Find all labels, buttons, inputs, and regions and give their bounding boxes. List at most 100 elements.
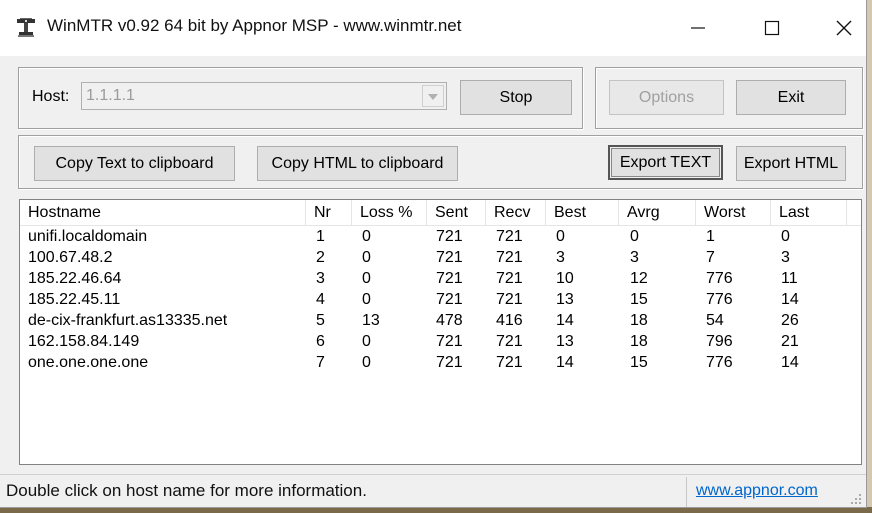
copy-text-button[interactable]: Copy Text to clipboard [34,146,235,181]
cell-nr: 1 [316,228,325,245]
host-input[interactable]: 1.1.1.1 [86,87,135,105]
column-header-recv[interactable]: Recv [486,200,546,225]
cell-worst: 7 [706,249,715,266]
cell-recv: 721 [496,249,523,266]
minimize-icon [690,20,706,36]
cell-sent: 721 [436,333,463,350]
cell-best: 13 [556,333,574,350]
table-row[interactable]: 185.22.45.11 4 0 721 721 13 15 776 14 [20,289,861,310]
cell-loss: 0 [362,354,371,371]
close-button[interactable] [814,10,866,46]
cell-sent: 721 [436,270,463,287]
maximize-icon [764,20,780,36]
column-header-sent[interactable]: Sent [427,200,486,225]
cell-last: 14 [781,354,799,371]
cell-worst: 1 [706,228,715,245]
cell-best: 0 [556,228,565,245]
cell-best: 10 [556,270,574,287]
cell-worst: 776 [706,354,733,371]
options-button[interactable]: Options [609,80,724,115]
cell-worst: 796 [706,333,733,350]
cell-hostname: 185.22.46.64 [28,270,122,287]
host-label: Host: [32,88,70,105]
cell-hostname: one.one.one.one [28,354,149,371]
cell-hostname: 185.22.45.11 [28,291,121,308]
host-dropdown-button[interactable] [422,85,444,107]
table-row[interactable]: 100.67.48.2 2 0 721 721 3 3 7 3 [20,247,861,268]
cell-last: 11 [781,270,798,287]
cell-nr: 3 [316,270,325,287]
table-row[interactable]: one.one.one.one 7 0 721 721 14 15 776 14 [20,352,861,373]
status-divider [686,477,687,507]
cell-sent: 721 [436,249,463,266]
cell-avrg: 15 [630,291,648,308]
table-row[interactable]: 162.158.84.149 6 0 721 721 13 18 796 21 [20,331,861,352]
cell-nr: 5 [316,312,325,329]
cell-nr: 6 [316,333,325,350]
column-header-worst[interactable]: Worst [696,200,771,225]
cell-worst: 776 [706,291,733,308]
cell-recv: 721 [496,333,523,350]
column-header-nr[interactable]: Nr [306,200,352,225]
window-title: WinMTR v0.92 64 bit by Appnor MSP - www.… [47,16,462,35]
appnor-link[interactable]: www.appnor.com [696,482,818,500]
results-list[interactable]: Hostname Nr Loss % Sent Recv Best Avrg W… [19,199,862,465]
title-bar[interactable]: WinMTR v0.92 64 bit by Appnor MSP - www.… [0,0,866,56]
column-header-loss[interactable]: Loss % [352,200,427,225]
table-row[interactable]: de-cix-frankfurt.as13335.net 5 13 478 41… [20,310,861,331]
cell-recv: 721 [496,228,523,245]
column-header-hostname[interactable]: Hostname [20,200,306,225]
cell-recv: 721 [496,354,523,371]
maximize-button[interactable] [742,10,802,46]
export-text-button[interactable]: Export TEXT [608,145,723,180]
resize-grip-icon[interactable] [850,492,862,504]
cell-recv: 721 [496,291,523,308]
table-row[interactable]: 185.22.46.64 3 0 721 721 10 12 776 11 [20,268,861,289]
cell-avrg: 12 [630,270,648,287]
cell-worst: 54 [706,312,724,329]
export-html-button[interactable]: Export HTML [736,146,846,181]
copy-html-button[interactable]: Copy HTML to clipboard [257,146,458,181]
cell-sent: 478 [436,312,463,329]
cell-best: 14 [556,312,574,329]
cell-last: 14 [781,291,799,308]
status-hint: Double click on host name for more infor… [6,481,367,500]
cell-sent: 721 [436,228,463,245]
cell-worst: 776 [706,270,733,287]
host-combobox[interactable]: 1.1.1.1 [81,82,447,110]
cell-nr: 2 [316,249,325,266]
cell-loss: 0 [362,333,371,350]
cell-recv: 721 [496,270,523,287]
cell-recv: 416 [496,312,523,329]
cell-nr: 4 [316,291,325,308]
cell-loss: 0 [362,291,371,308]
cell-loss: 13 [362,312,380,329]
cell-sent: 721 [436,354,463,371]
cell-hostname: de-cix-frankfurt.as13335.net [28,312,228,329]
cell-avrg: 3 [630,249,639,266]
column-header-best[interactable]: Best [546,200,619,225]
column-header-avrg[interactable]: Avrg [619,200,696,225]
cell-avrg: 15 [630,354,648,371]
cell-loss: 0 [362,228,371,245]
column-header-last[interactable]: Last [771,200,847,225]
network-tower-icon [14,16,38,40]
list-header: Hostname Nr Loss % Sent Recv Best Avrg W… [20,200,861,226]
cell-last: 3 [781,249,790,266]
cell-loss: 0 [362,270,371,287]
exit-button[interactable]: Exit [736,80,846,115]
cell-avrg: 18 [630,312,648,329]
cell-nr: 7 [316,354,325,371]
chevron-down-icon [428,87,438,105]
cell-sent: 721 [436,291,463,308]
cell-last: 0 [781,228,790,245]
cell-avrg: 18 [630,333,648,350]
cell-best: 3 [556,249,565,266]
table-row[interactable]: unifi.localdomain 1 0 721 721 0 0 1 0 [20,226,861,247]
cell-hostname: unifi.localdomain [28,228,148,245]
stop-button[interactable]: Stop [460,80,572,115]
close-icon [836,20,852,36]
winmtr-window: WinMTR v0.92 64 bit by Appnor MSP - www.… [0,0,867,508]
cell-hostname: 100.67.48.2 [28,249,113,266]
minimize-button[interactable] [668,10,728,46]
